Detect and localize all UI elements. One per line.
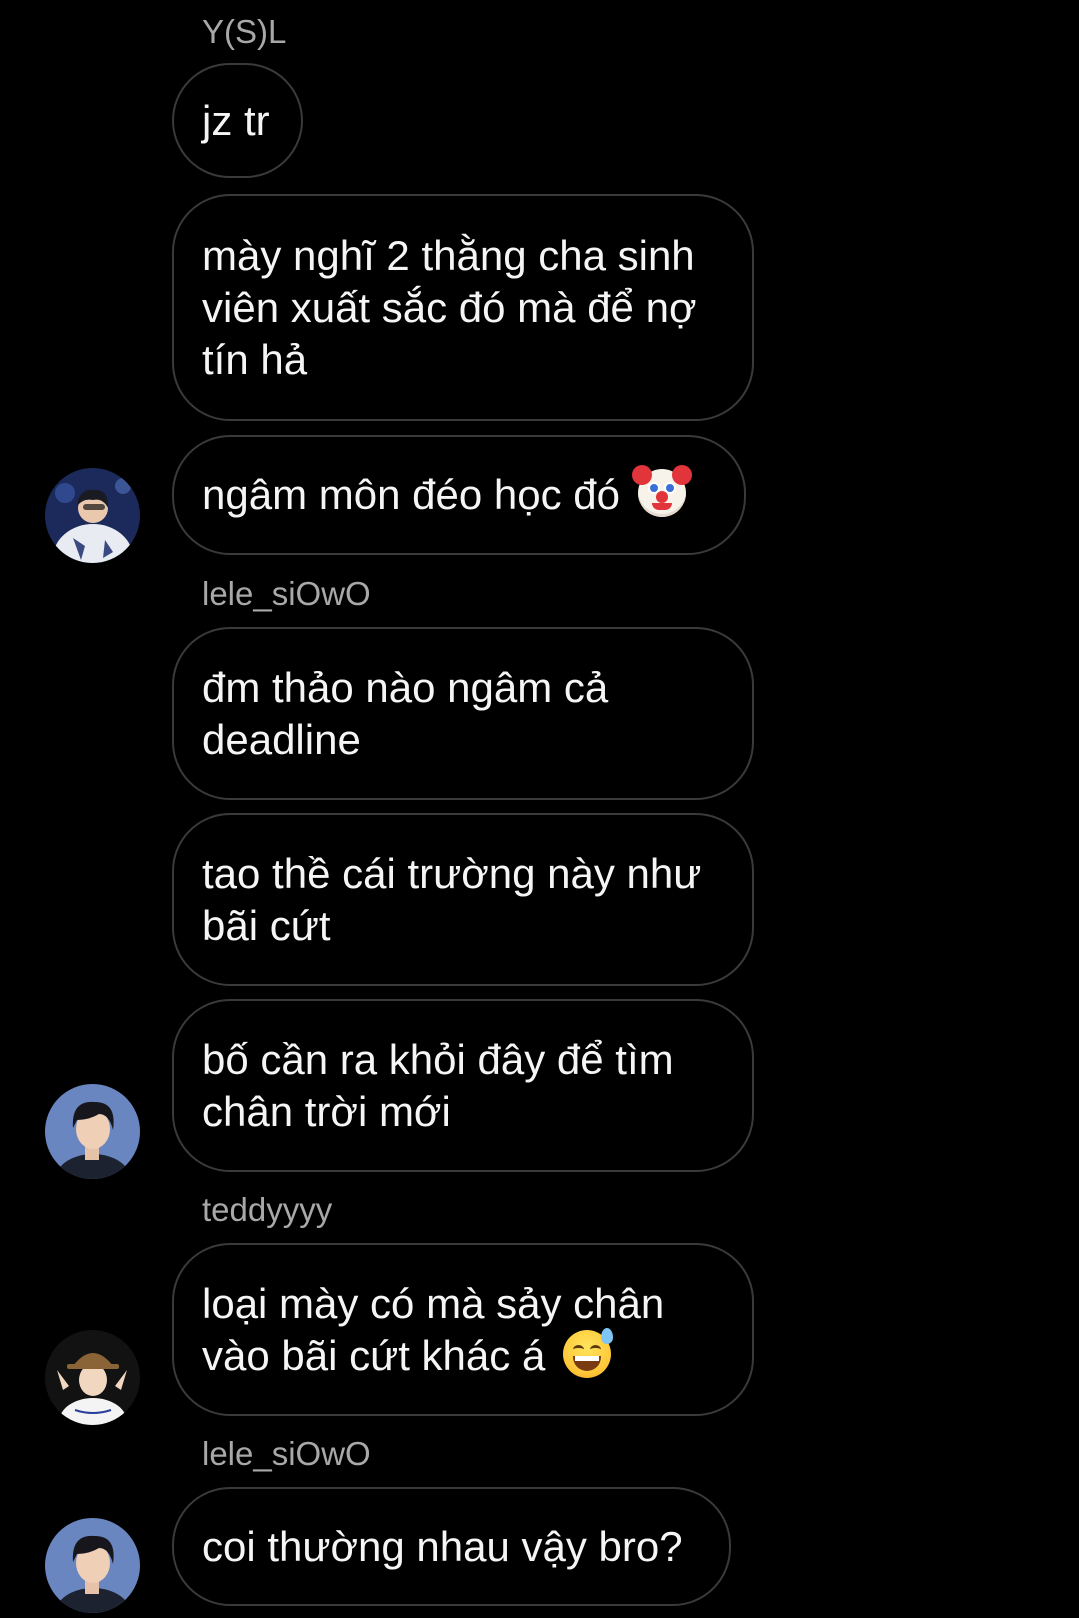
message-line: viên xuất sắc đó mà để nợ (202, 283, 697, 331)
message-bubble[interactable]: jz tr (172, 63, 303, 178)
avatar[interactable] (45, 468, 140, 563)
message-line: bố cần ra khỏi đây để tìm (202, 1035, 674, 1083)
clown-face-icon (631, 465, 692, 517)
message-line: jz tr (202, 96, 270, 144)
message-text: bố cần ra khỏi đây để tìm chân trời mới (202, 1034, 674, 1138)
message-line: vào bãi cứt khác á (202, 1331, 546, 1379)
message-text: jz tr (202, 95, 270, 147)
message-bubble[interactable]: ngâm môn đéo học đó (172, 435, 746, 555)
message-line: chân trời mới (202, 1087, 451, 1135)
message-text: đm thảo nào ngâm cả deadline (202, 662, 608, 766)
sender-name[interactable]: lele_siOwO (202, 1434, 371, 1474)
message-line: tao thề cái trường này như (202, 849, 702, 897)
message-bubble[interactable]: coi thường nhau vậy bro? (172, 1487, 731, 1606)
sender-name[interactable]: teddyyyy (202, 1190, 332, 1230)
message-line: deadline (202, 715, 361, 763)
message-line: ngâm môn đéo học đó (202, 471, 620, 518)
message-text: mày nghĩ 2 thằng cha sinh viên xuất sắc … (202, 230, 696, 386)
avatar[interactable] (45, 1084, 140, 1179)
message-text: ngâm môn đéo học đó (202, 465, 692, 521)
message-line: mày nghĩ 2 thằng cha sinh (202, 231, 695, 279)
sender-name[interactable]: lele_siOwO (202, 574, 371, 614)
message-text: coi thường nhau vậy bro? (202, 1521, 683, 1573)
message-bubble[interactable]: mày nghĩ 2 thằng cha sinh viên xuất sắc … (172, 194, 754, 421)
message-bubble[interactable]: bố cần ra khỏi đây để tìm chân trời mới (172, 999, 754, 1172)
message-text: loại mày có mà sảy chân vào bãi cứt khác… (202, 1278, 664, 1382)
sender-name[interactable]: Y(S)L (202, 12, 286, 52)
message-line: coi thường nhau vậy bro? (202, 1522, 683, 1570)
avatar[interactable] (45, 1518, 140, 1613)
message-line: bãi cứt (202, 901, 331, 949)
message-bubble[interactable]: loại mày có mà sảy chân vào bãi cứt khác… (172, 1243, 754, 1416)
message-line: loại mày có mà sảy chân (202, 1279, 665, 1327)
message-text: tao thề cái trường này như bãi cứt (202, 848, 701, 952)
grinning-sweat-icon (562, 1327, 613, 1378)
message-bubble[interactable]: tao thề cái trường này như bãi cứt (172, 813, 754, 986)
avatar[interactable] (45, 1330, 140, 1425)
message-bubble[interactable]: đm thảo nào ngâm cả deadline (172, 627, 754, 800)
message-line: tín hả (202, 335, 308, 383)
message-line: đm thảo nào ngâm cả (202, 663, 609, 711)
